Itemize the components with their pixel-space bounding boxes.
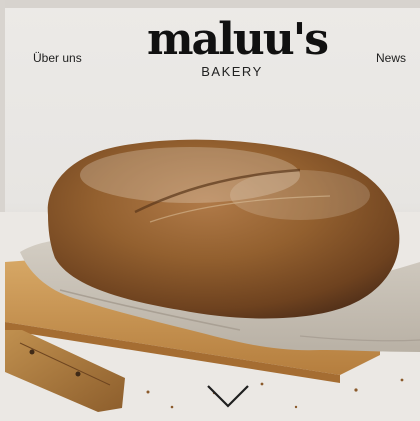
hero-page: Über uns News maluu's BAKERY <box>0 0 420 421</box>
brand-name: maluu's <box>147 14 329 65</box>
nav-news-link[interactable]: News <box>376 51 406 65</box>
brand-logo[interactable]: maluu's BAKERY <box>147 14 329 88</box>
nav-about-link[interactable]: Über uns <box>33 51 82 65</box>
brand-tagline: BAKERY <box>201 64 263 79</box>
chevron-down-icon[interactable] <box>206 382 250 412</box>
